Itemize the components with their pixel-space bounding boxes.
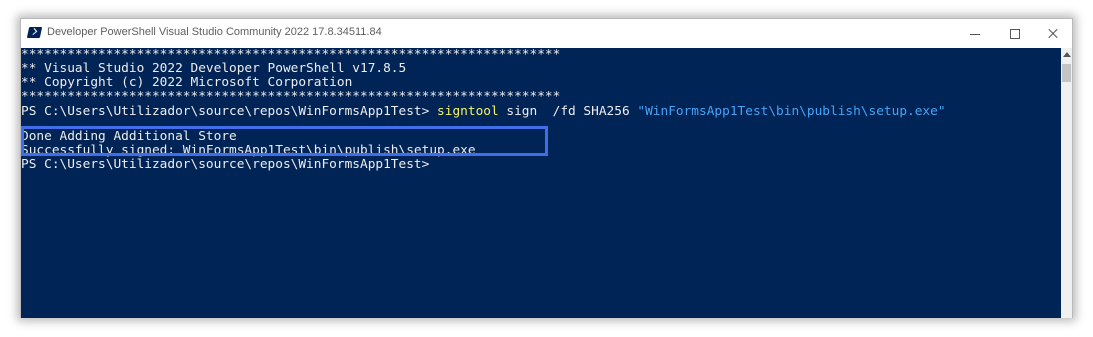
vertical-scrollbar[interactable] — [1061, 48, 1072, 318]
scroll-thumb[interactable] — [1062, 64, 1071, 82]
prompt-line: PS C:\Users\Utilizador\source\repos\WinF… — [21, 157, 430, 172]
close-button[interactable] — [1033, 19, 1073, 48]
prompt: PS C:\Users\Utilizador\source\repos\WinF… — [21, 104, 438, 119]
command-line: PS C:\Users\Utilizador\source\repos\WinF… — [21, 105, 946, 119]
maximize-button[interactable] — [995, 19, 1035, 48]
command-args: sign /fd SHA256 — [498, 104, 638, 119]
title-bar[interactable]: Developer PowerShell Visual Studio Commu… — [21, 19, 1072, 48]
scroll-up-arrow-icon[interactable] — [1063, 52, 1071, 57]
banner-title-line: ** Visual Studio 2022 Developer PowerShe… — [21, 61, 407, 76]
powershell-icon — [26, 27, 43, 38]
banner-stars-top: ****************************************… — [21, 48, 561, 62]
minimize-button[interactable] — [955, 19, 995, 48]
console-output[interactable]: ****************************************… — [21, 48, 1061, 318]
command-name: signtool — [437, 104, 499, 119]
terminal-window: Developer PowerShell Visual Studio Commu… — [20, 18, 1073, 318]
highlight-box — [21, 126, 548, 156]
command-path-arg: "WinFormsApp1Test\bin\publish\setup.exe" — [637, 104, 946, 119]
banner-stars-bottom: ****************************************… — [21, 89, 561, 104]
window-title: Developer PowerShell Visual Studio Commu… — [47, 26, 382, 38]
banner-copyright-line: ** Copyright (c) 2022 Microsoft Corporat… — [21, 75, 353, 90]
